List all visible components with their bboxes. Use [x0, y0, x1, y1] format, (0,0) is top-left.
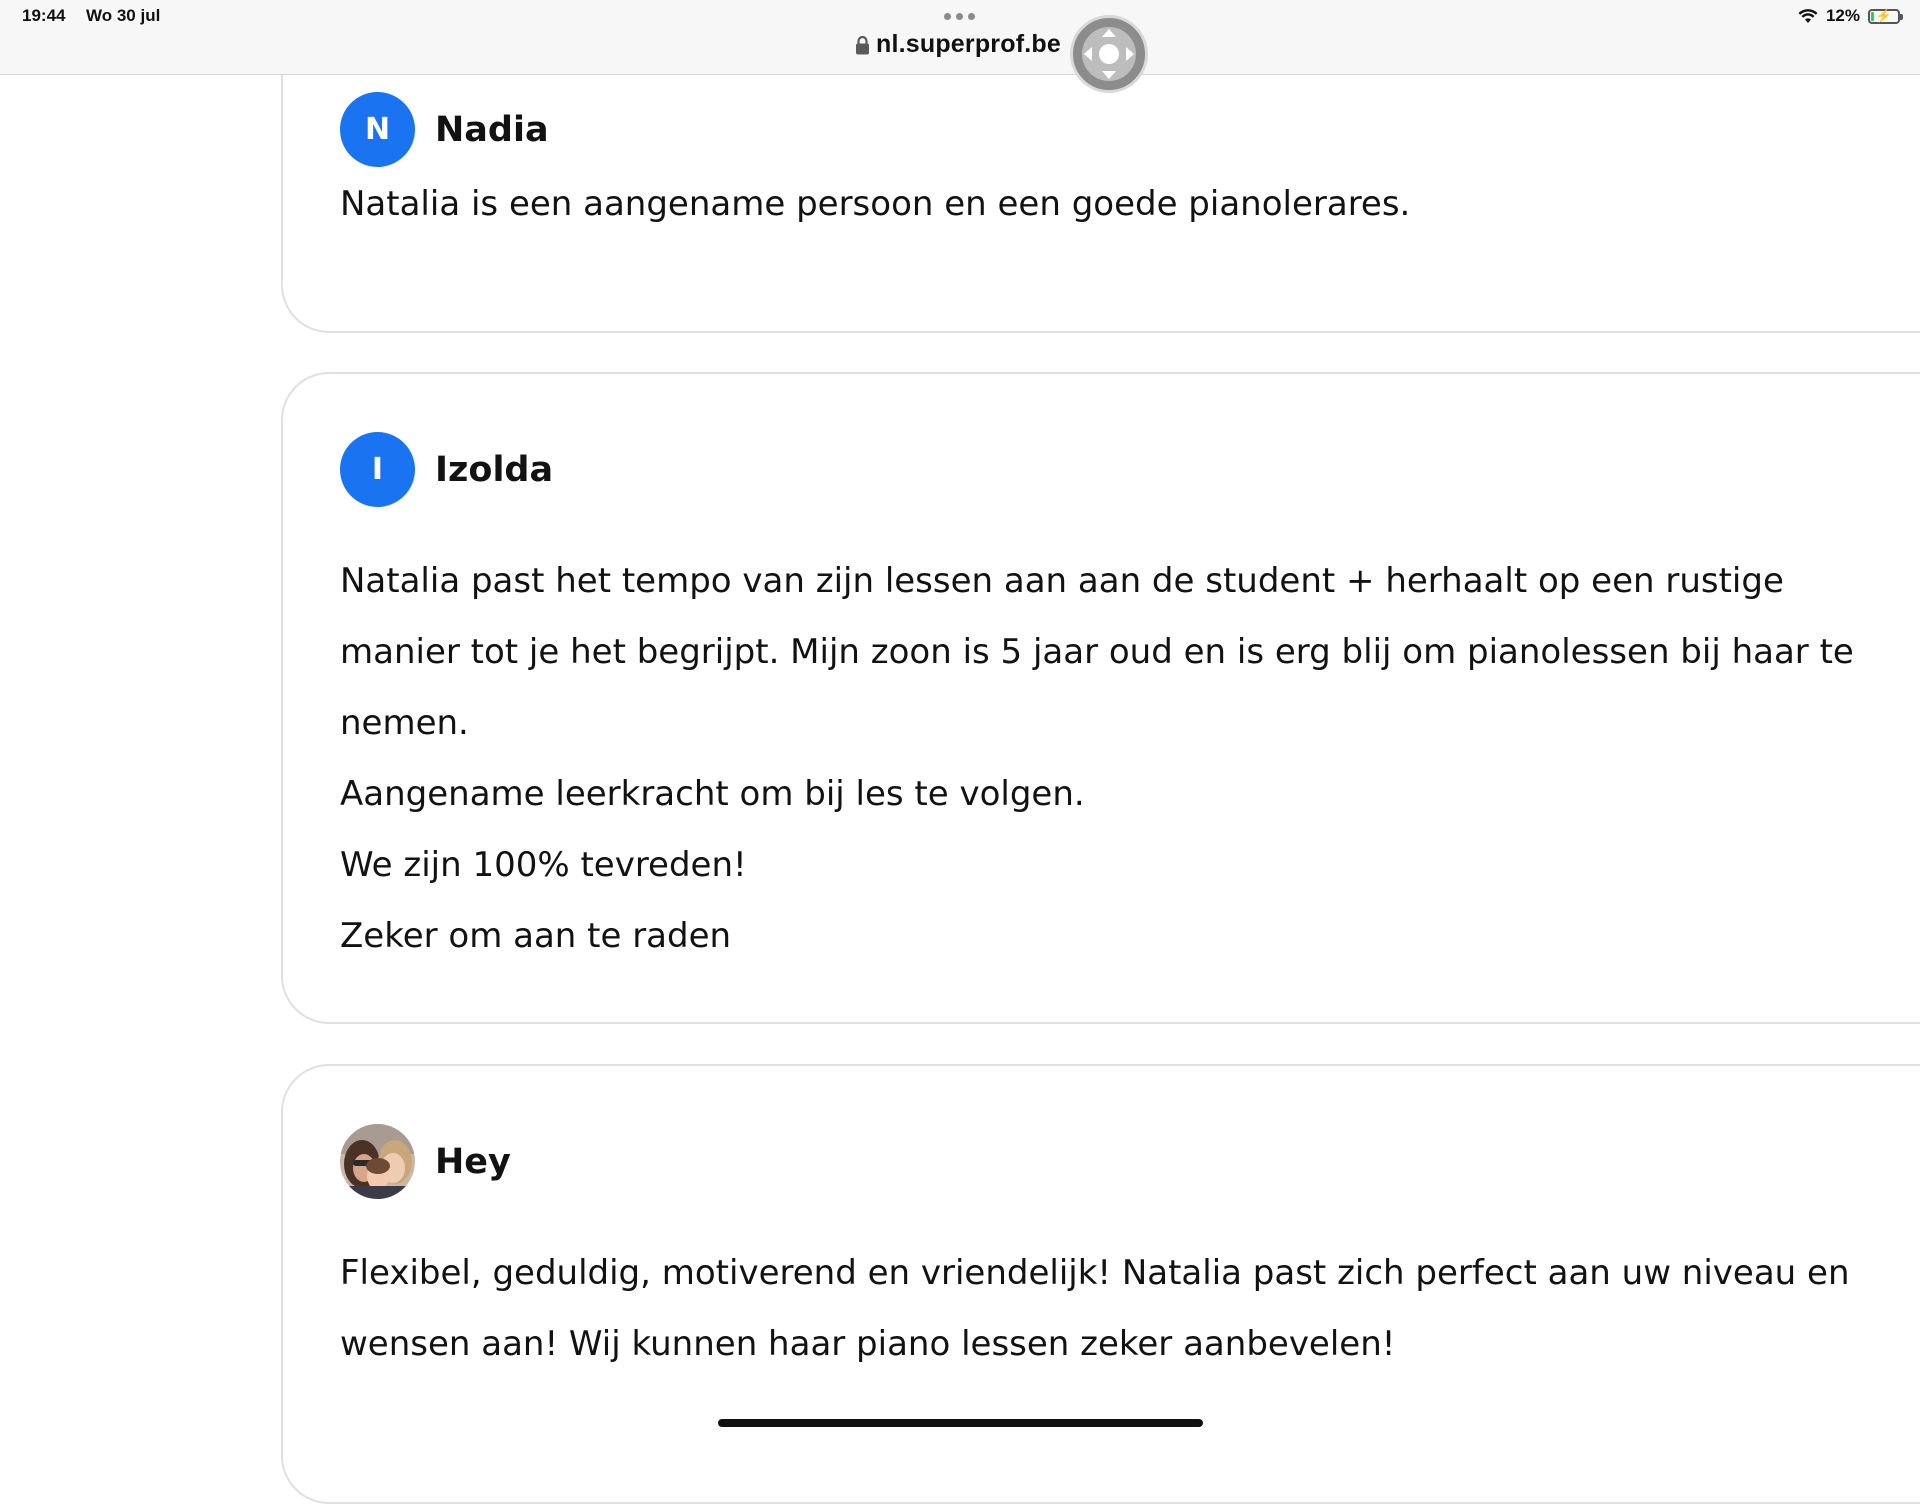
assistive-touch-button[interactable] — [1070, 15, 1148, 93]
review-text: Natalia is een aangename persoon en een … — [340, 169, 1920, 240]
review-line: nemen. — [340, 703, 469, 743]
review-line: We zijn 100% tevreden! — [340, 845, 747, 885]
avatar: N — [340, 92, 415, 167]
reviewer: Hey — [340, 1124, 511, 1199]
reviewer-name: Nadia — [435, 109, 549, 150]
battery-icon: ⚡ — [1868, 7, 1903, 24]
review-line: wensen aan! Wij kunnen haar piano lessen… — [340, 1324, 1396, 1364]
wifi-icon — [1798, 8, 1818, 23]
status-indicators: 12% ⚡ — [1798, 6, 1903, 26]
reviewer: N Nadia — [340, 92, 549, 167]
reviewer: I Izolda — [340, 432, 553, 507]
status-date: Wo 30 jul — [86, 6, 161, 25]
status-time: 19:44 — [22, 6, 66, 25]
url-text: nl.superprof.be — [876, 30, 1061, 58]
avatar-photo — [340, 1124, 415, 1199]
address-bar[interactable]: nl.superprof.be — [855, 30, 1061, 59]
browser-top-bar: 19:44 Wo 30 jul 12% ⚡ nl.superprof.be — [0, 0, 1920, 75]
review-text: Natalia past het tempo van zijn lessen a… — [340, 546, 1920, 972]
review-line: manier tot je het begrijpt. Mijn zoon is… — [340, 632, 1854, 672]
review-text: Flexibel, geduldig, motiverend en vriend… — [340, 1238, 1920, 1380]
avatar: I — [340, 432, 415, 507]
review-line: Flexibel, geduldig, motiverend en vriend… — [340, 1253, 1850, 1293]
review-card: I Izolda Natalia past het tempo van zijn… — [281, 372, 1920, 1024]
review-line: Natalia past het tempo van zijn lessen a… — [340, 561, 1784, 601]
review-card: Hey Flexibel, geduldig, motiverend en vr… — [281, 1064, 1920, 1504]
reviewer-name: Hey — [435, 1141, 511, 1182]
home-indicator[interactable] — [718, 1419, 1203, 1427]
battery-percentage: 12% — [1825, 6, 1860, 25]
review-line: Natalia is een aangename persoon en een … — [340, 184, 1411, 224]
directional-pad-icon — [1082, 27, 1136, 81]
multitasking-menu-icon[interactable] — [944, 13, 975, 20]
reviewer-name: Izolda — [435, 449, 554, 490]
review-line: Aangename leerkracht om bij les te volge… — [340, 774, 1085, 814]
review-line: Zeker om aan te raden — [340, 916, 732, 956]
charging-bolt-icon: ⚡ — [1875, 7, 1893, 23]
lock-icon — [856, 35, 869, 54]
